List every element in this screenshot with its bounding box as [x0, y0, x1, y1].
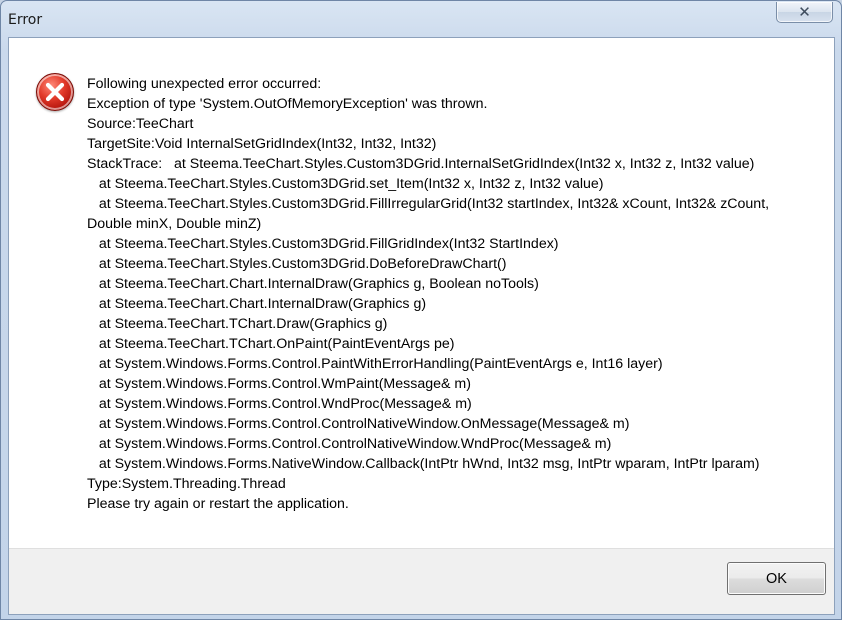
message-line: at Steema.TeeChart.Styles.Custom3DGrid.F…: [87, 196, 770, 212]
message-line: Exception of type 'System.OutOfMemoryExc…: [87, 96, 488, 112]
ok-button[interactable]: OK: [727, 562, 826, 595]
message-line: at Steema.TeeChart.TChart.Draw(Graphics …: [87, 316, 388, 332]
message-line: at System.Windows.Forms.Control.WndProc(…: [87, 396, 472, 412]
message-area: Following unexpected error occurred: Exc…: [9, 38, 834, 548]
message-line: Following unexpected error occurred:: [87, 76, 322, 92]
dialog-footer: OK: [9, 548, 834, 614]
message-line: at System.Windows.Forms.Control.PaintWit…: [87, 356, 663, 372]
message-line: at System.Windows.Forms.Control.ControlN…: [87, 416, 630, 432]
dialog-client-area: Following unexpected error occurred: Exc…: [8, 37, 835, 615]
message-line: at Steema.TeeChart.TChart.OnPaint(PaintE…: [87, 336, 455, 352]
message-line: StackTrace: at Steema.TeeChart.Styles.Cu…: [87, 156, 755, 172]
message-line: at Steema.TeeChart.Styles.Custom3DGrid.D…: [87, 256, 507, 272]
error-message: Following unexpected error occurred: Exc…: [87, 74, 827, 514]
message-line: at System.Windows.Forms.Control.ControlN…: [87, 436, 612, 452]
message-line: at Steema.TeeChart.Chart.InternalDraw(Gr…: [87, 296, 427, 312]
message-line: at System.Windows.Forms.NativeWindow.Cal…: [87, 456, 760, 472]
close-button[interactable]: ✕: [776, 2, 833, 23]
close-icon: ✕: [798, 2, 811, 21]
message-line: Double minX, Double minZ): [87, 216, 262, 232]
message-line: Please try again or restart the applicat…: [87, 496, 349, 512]
title-bar[interactable]: Error ✕: [1, 1, 841, 37]
message-line: Source:TeeChart: [87, 116, 194, 132]
error-icon: [36, 73, 74, 111]
message-line: TargetSite:Void InternalSetGridIndex(Int…: [87, 136, 437, 152]
message-line: at Steema.TeeChart.Styles.Custom3DGrid.F…: [87, 236, 559, 252]
message-line: at Steema.TeeChart.Chart.InternalDraw(Gr…: [87, 276, 539, 292]
message-line: Type:System.Threading.Thread: [87, 476, 286, 492]
window-title: Error: [8, 12, 43, 28]
error-dialog-window: Error ✕ Following unexpected error occur…: [0, 0, 842, 620]
message-line: at System.Windows.Forms.Control.WmPaint(…: [87, 376, 471, 392]
message-line: at Steema.TeeChart.Styles.Custom3DGrid.s…: [87, 176, 604, 192]
